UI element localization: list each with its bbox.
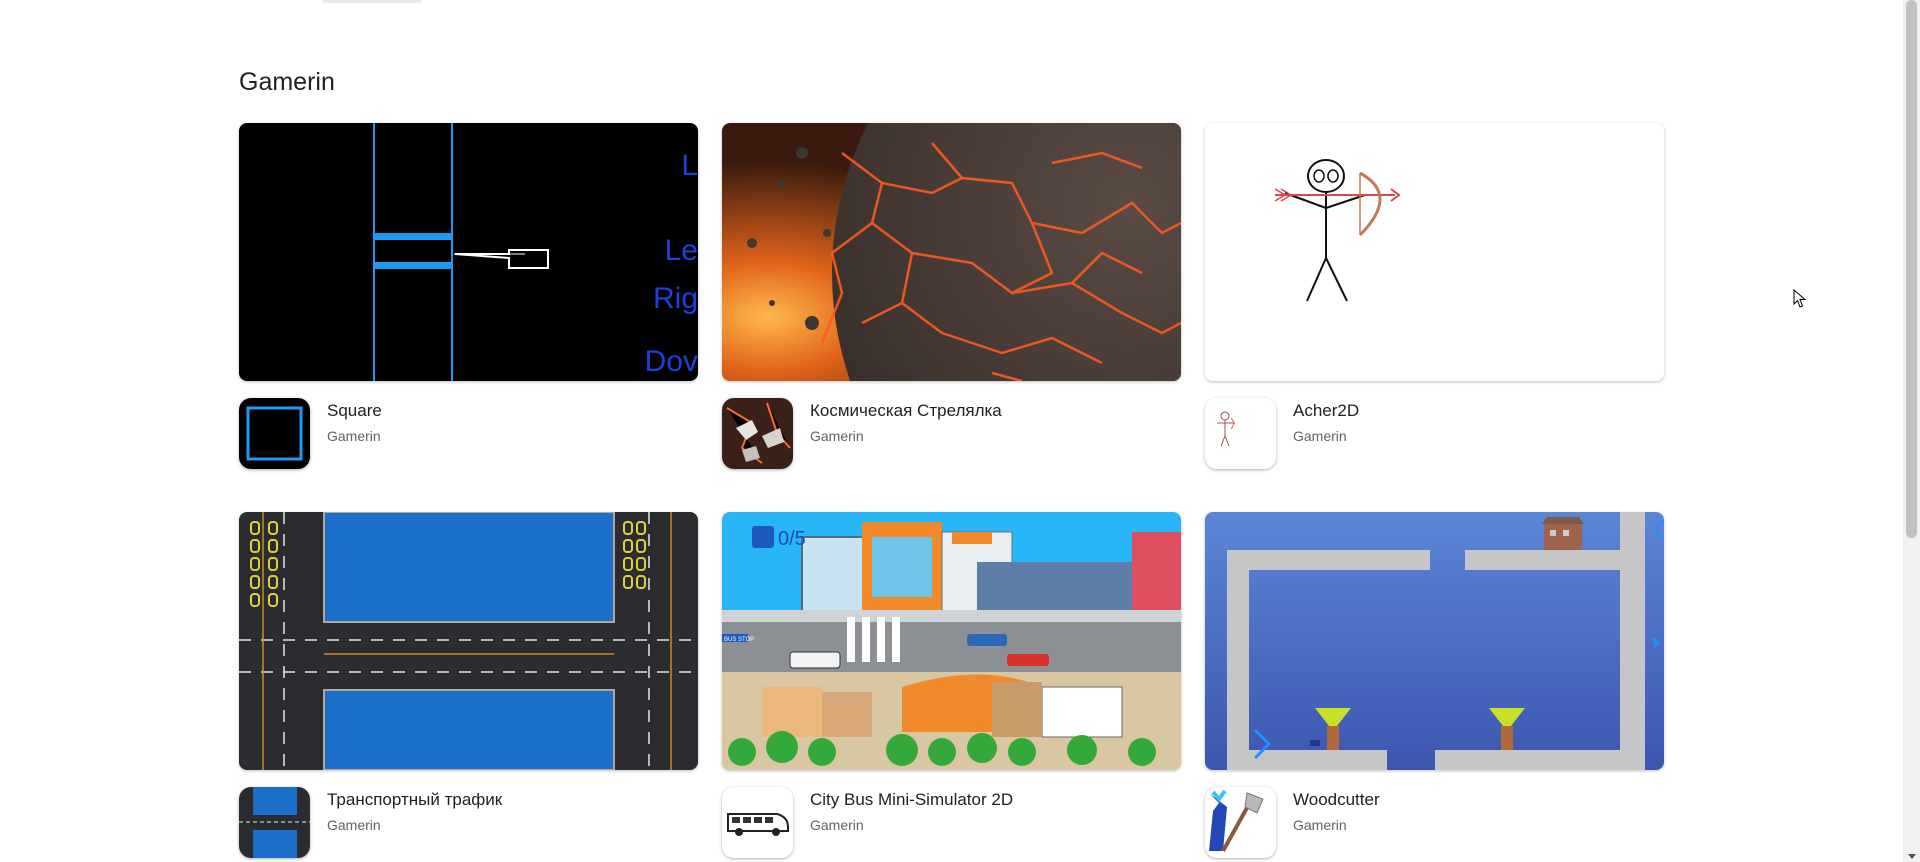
game-title[interactable]: Acher2D [1293, 400, 1359, 422]
banner-text: Le [665, 234, 698, 267]
bus-counter: 0/5 [778, 528, 806, 550]
game-title[interactable]: Square [327, 400, 382, 422]
developer-name[interactable]: Gamerin [810, 816, 1013, 834]
banner-text: Dov [645, 345, 698, 378]
game-banner[interactable] [1205, 123, 1664, 381]
section-title: Gamerin [239, 68, 335, 96]
game-banner[interactable] [239, 512, 698, 770]
bus-stop-sign: BUS STOP [724, 637, 754, 643]
developer-name[interactable]: Gamerin [327, 427, 382, 445]
game-banner[interactable]: L Le Rig Dov [239, 123, 698, 381]
app-icon[interactable] [239, 787, 310, 858]
game-card-square[interactable]: L Le Rig Dov Square Gamerin [239, 123, 698, 470]
developer-name[interactable]: Gamerin [1293, 816, 1380, 834]
game-title[interactable]: City Bus Mini-Simulator 2D [810, 789, 1013, 811]
game-card-acher2d[interactable]: Acher2D Gamerin [1205, 123, 1664, 470]
game-title[interactable]: Woodcutter [1293, 789, 1380, 811]
game-banner[interactable] [1205, 512, 1664, 770]
chevron-down-icon[interactable] [1908, 854, 1916, 859]
developer-name[interactable]: Gamerin [810, 427, 1002, 445]
app-icon[interactable] [722, 787, 793, 858]
app-icon[interactable] [239, 398, 310, 469]
game-card-woodcutter[interactable]: Woodcutter Gamerin [1205, 512, 1664, 859]
game-card-space-shooter[interactable]: Космическая Стрелялка Gamerin [722, 123, 1181, 470]
scrollbar[interactable] [1903, 0, 1920, 862]
app-icon[interactable] [1205, 787, 1276, 858]
app-icon[interactable] [722, 398, 793, 469]
game-title[interactable]: Космическая Стрелялка [810, 400, 1002, 422]
top-divider [322, 0, 422, 3]
banner-text: Rig [653, 282, 698, 315]
app-icon[interactable] [1205, 398, 1276, 469]
games-grid: L Le Rig Dov Square Gamerin Космическая … [239, 123, 1664, 859]
scrollbar-thumb[interactable] [1906, 0, 1917, 538]
mouse-pointer-icon [1793, 289, 1807, 308]
game-banner[interactable]: 0/5 BUS STOP [722, 512, 1181, 770]
game-card-city-bus[interactable]: 0/5 BUS STOP City Bus Mini-Simulator 2D … [722, 512, 1181, 859]
developer-name[interactable]: Gamerin [1293, 427, 1359, 445]
game-banner[interactable] [722, 123, 1181, 381]
banner-text: L [681, 149, 698, 182]
developer-name[interactable]: Gamerin [327, 816, 502, 834]
game-title[interactable]: Транспортный трафик [327, 789, 502, 811]
game-card-transport-traffic[interactable]: Транспортный трафик Gamerin [239, 512, 698, 859]
